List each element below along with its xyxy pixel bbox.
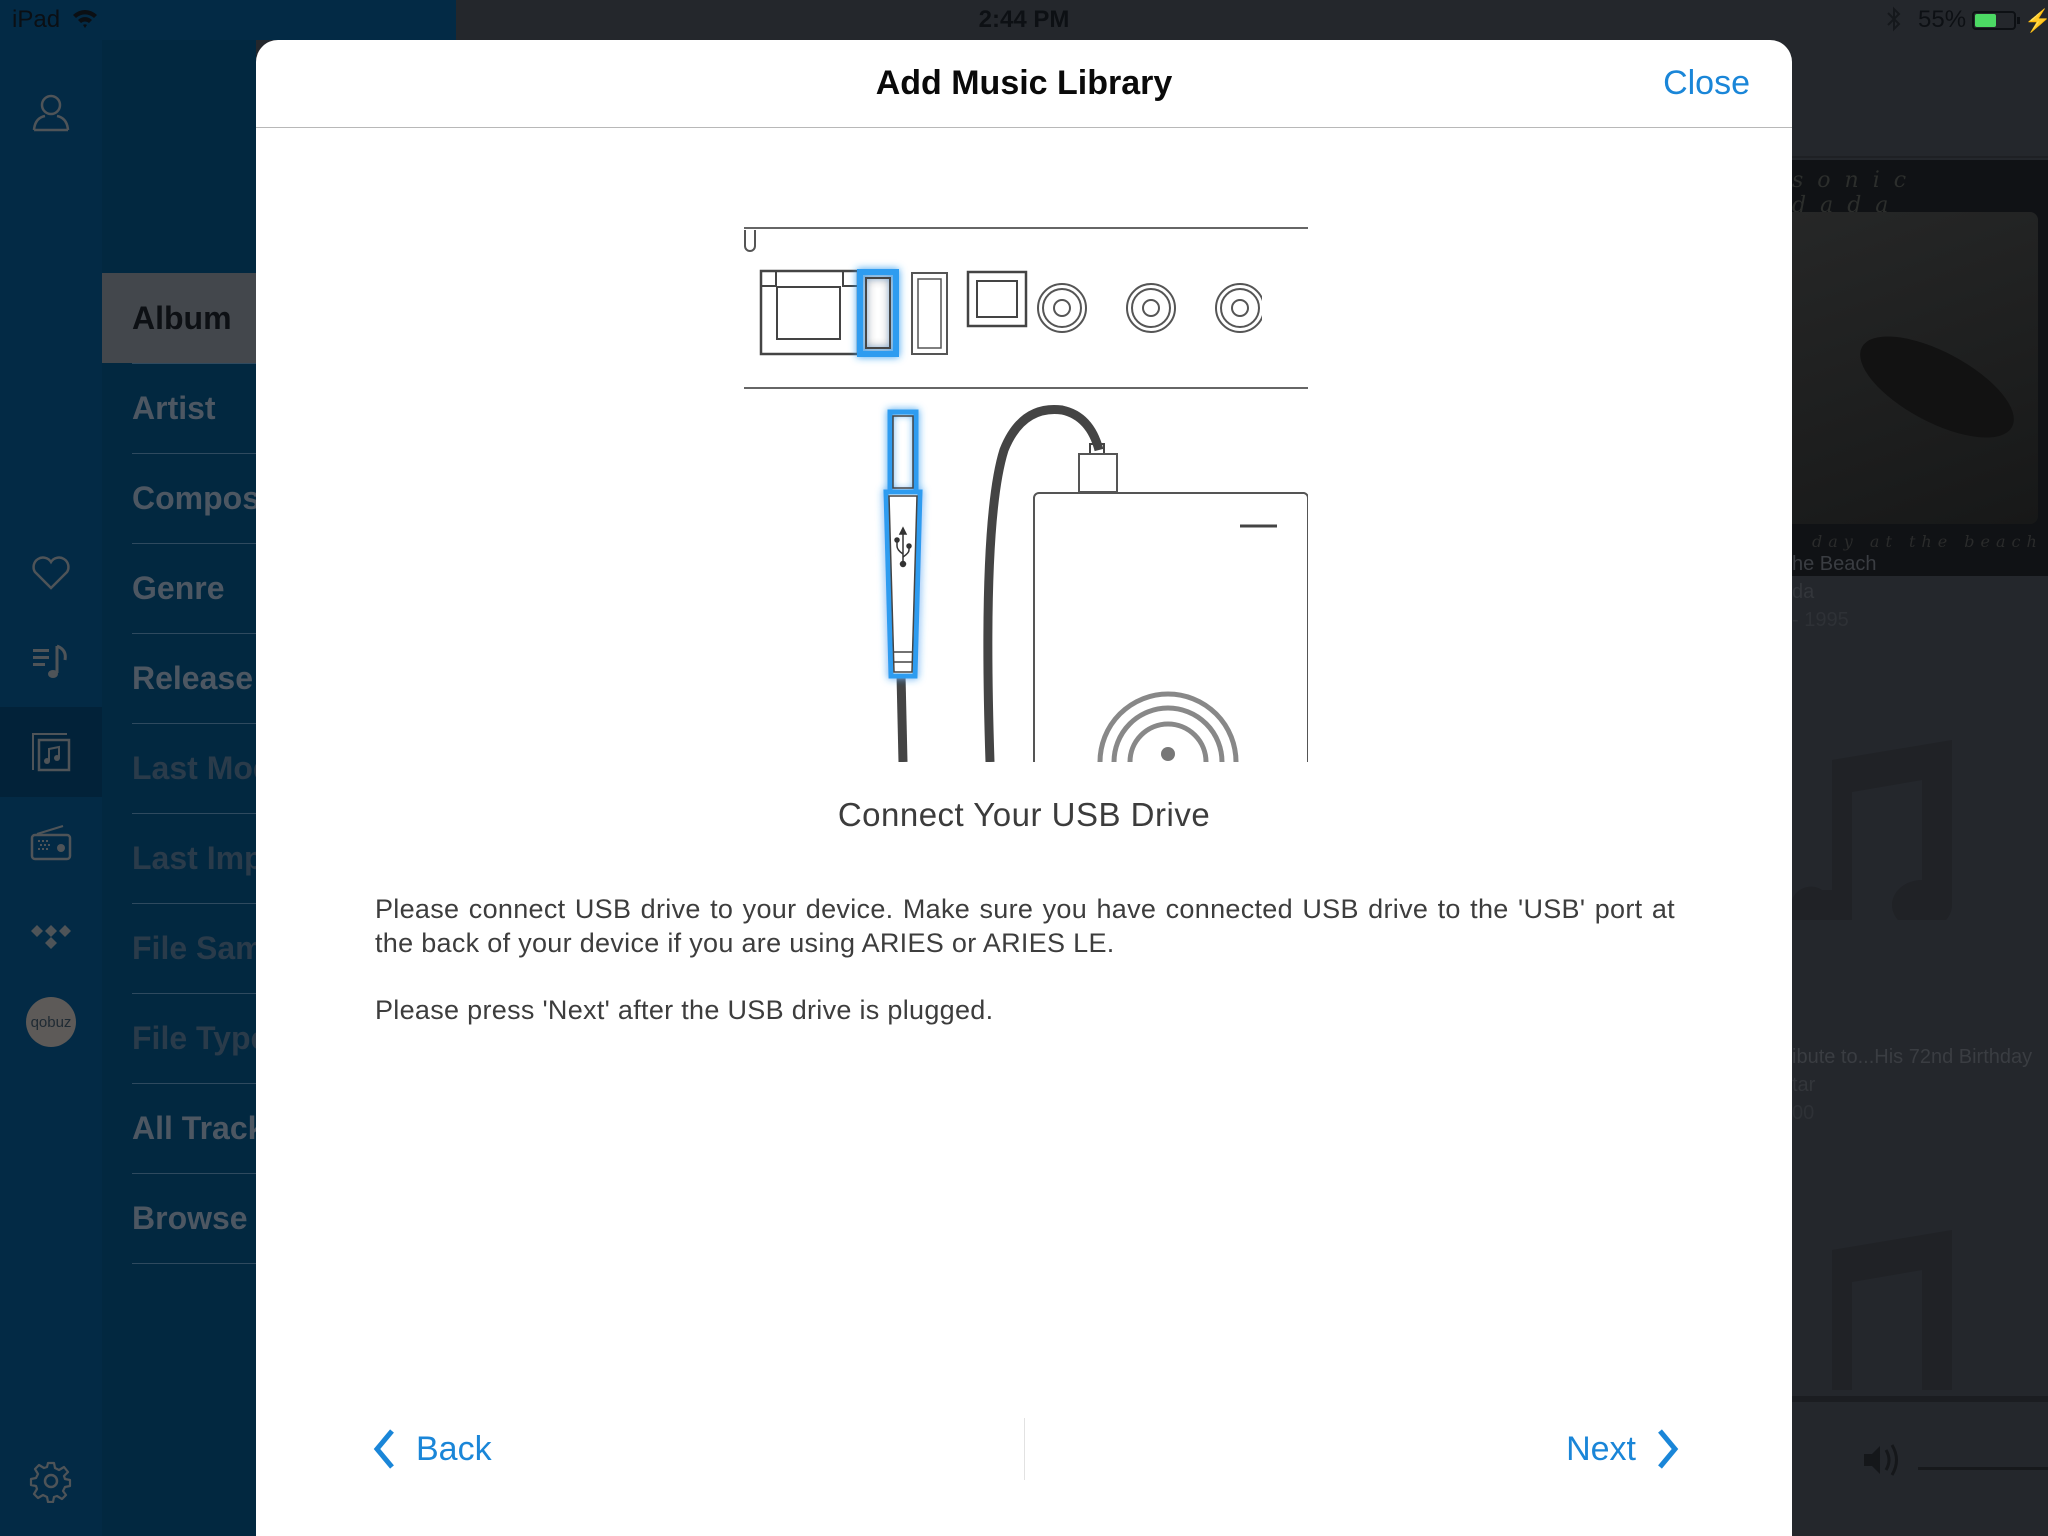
menu-item-release-date[interactable]: Release Date xyxy=(102,633,256,723)
menu-divider xyxy=(132,1083,256,1084)
battery-icon xyxy=(1972,11,2016,30)
dialog-header: Add Music Library Close xyxy=(256,40,1792,128)
menu-divider xyxy=(132,813,256,814)
qobuz-icon: qobuz xyxy=(26,997,76,1047)
clock: 2:44 PM xyxy=(978,6,1070,33)
volume-icon[interactable] xyxy=(1862,1440,1904,1480)
album-cover[interactable]: sonic dada day at the beach xyxy=(1792,160,2048,576)
album-grid: sonic dada day at the beach he Beach da … xyxy=(1792,40,2048,1536)
battery-percent: 55% xyxy=(1918,6,1967,33)
menu-item-composer[interactable]: Composer xyxy=(102,453,256,543)
album-year: - 1995 xyxy=(1792,609,1849,631)
album-title[interactable]: ibute to...His 72nd Birthday xyxy=(1792,1046,2032,1069)
usb-plug xyxy=(883,409,923,762)
rail-tidal[interactable] xyxy=(0,887,102,977)
album-year: 00 xyxy=(1792,1102,1815,1124)
rca-ports xyxy=(1037,283,1265,333)
rail-radio[interactable] xyxy=(0,797,102,887)
menu-divider xyxy=(132,993,256,994)
album-artist: tar xyxy=(1792,1074,1816,1096)
rail-profile[interactable] xyxy=(0,67,102,157)
music-library-icon xyxy=(32,733,71,772)
menu-item-artist[interactable]: Artist xyxy=(102,363,256,453)
menu-divider xyxy=(132,633,256,634)
user-icon xyxy=(32,94,70,132)
step-title: Connect Your USB Drive xyxy=(837,796,1211,833)
usb-connection-illustration xyxy=(744,227,1308,762)
menu-item-all-tracks[interactable]: All Tracks xyxy=(102,1083,256,1173)
rail-favorites[interactable] xyxy=(0,527,102,617)
next-label: Next xyxy=(1566,1429,1636,1468)
menu-divider xyxy=(132,1173,256,1174)
menu-divider xyxy=(132,543,256,544)
next-button[interactable]: Next xyxy=(1566,1418,1680,1480)
charging-icon: ⚡ xyxy=(2024,8,2048,33)
menu-item-album[interactable]: Album xyxy=(102,273,256,363)
menu-divider xyxy=(132,453,256,454)
album-title[interactable]: he Beach xyxy=(1792,553,1877,576)
chevron-left-icon xyxy=(373,1429,394,1469)
menu-divider xyxy=(132,723,256,724)
rail-qobuz[interactable]: qobuz xyxy=(0,977,102,1067)
rail-playlists[interactable] xyxy=(0,617,102,707)
volume-slider[interactable] xyxy=(1918,1467,2048,1470)
album-artist: da xyxy=(1792,581,1815,603)
battery-level-fill xyxy=(1975,14,1996,27)
bluetooth-icon xyxy=(1887,6,1901,32)
grid-toolbar xyxy=(1792,40,2048,158)
music-note-placeholder-icon xyxy=(1792,740,1952,920)
chevron-right-icon xyxy=(1658,1429,1679,1469)
cover-footer: day at the beach xyxy=(1812,532,2043,551)
menu-divider xyxy=(132,363,256,364)
radio-icon xyxy=(30,825,72,861)
instructions-paragraph: Please connect USB drive to your device.… xyxy=(375,894,1675,958)
music-note-placeholder-icon xyxy=(1832,1230,1952,1390)
playlist-icon xyxy=(33,644,67,678)
usb-port-highlighted xyxy=(857,269,899,357)
settings-icon xyxy=(29,1461,72,1503)
menu-item-last-modified[interactable]: Last Modified xyxy=(102,723,256,813)
rail-settings[interactable] xyxy=(0,1436,102,1526)
status-bar: iPad 2:44 PM 55% ⚡ xyxy=(0,0,2048,40)
icon-rail: qobuz xyxy=(0,40,102,1536)
back-button[interactable]: Back xyxy=(372,1418,492,1480)
add-music-library-dialog: Add Music Library Close Connect Your USB… xyxy=(256,40,1792,1536)
menu-item-browse-folders[interactable]: Browse Folders xyxy=(102,1173,256,1263)
device-back-panel xyxy=(744,227,1308,389)
screen: iPad 2:44 PM 55% ⚡ qobuz Album Artist Co… xyxy=(0,0,2048,1536)
close-button[interactable]: Close xyxy=(1663,64,1750,103)
menu-divider xyxy=(132,1263,256,1264)
menu-divider xyxy=(132,903,256,904)
usb-hard-drive xyxy=(983,405,1308,762)
menu-item-genre[interactable]: Genre xyxy=(102,543,256,633)
cover-title: sonic dada xyxy=(1792,168,1921,218)
dialog-title: Add Music Library xyxy=(875,64,1173,102)
tidal-icon xyxy=(31,925,71,949)
instructions-paragraph: Please press 'Next' after the USB drive … xyxy=(375,995,994,1025)
menu-item-file-type[interactable]: File Type xyxy=(102,993,256,1083)
category-menu: AlbumArtistComposerGenreRelease DateLast… xyxy=(102,40,256,1536)
menu-item-file-sample-rate[interactable]: File Sample Rate xyxy=(102,903,256,993)
heart-icon xyxy=(32,556,70,590)
rail-music-library[interactable] xyxy=(0,707,102,797)
back-label: Back xyxy=(416,1429,492,1468)
menu-item-last-imported[interactable]: Last Imported xyxy=(102,813,256,903)
